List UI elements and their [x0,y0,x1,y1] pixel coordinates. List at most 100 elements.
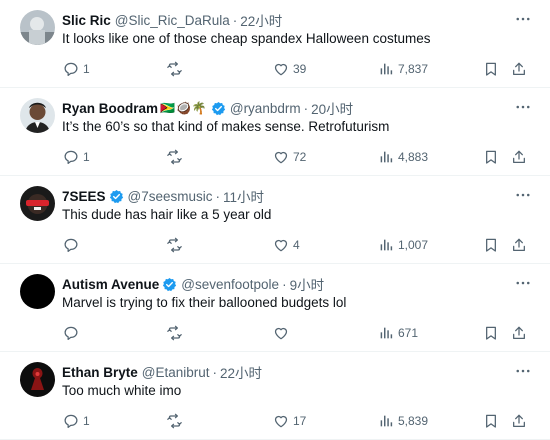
reply-icon [63,413,79,429]
views-button[interactable]: 4,883 [378,147,428,167]
author-name[interactable]: Ethan Bryte [62,365,138,380]
retweet-button[interactable] [166,59,183,79]
bookmark-button[interactable] [483,147,499,167]
like-icon [273,237,289,253]
tweet-header: Slic Ric @Slic_Ric_DaRula · 22小时 [62,10,510,30]
tweet-actions: 671 [0,323,550,343]
more-options-icon[interactable] [514,10,532,28]
like-count: 39 [293,62,307,76]
author-name[interactable]: Autism Avenue [62,277,159,292]
like-button[interactable]: 17 [273,411,306,431]
reply-icon [63,61,79,77]
views-icon [378,61,394,77]
tweet-actions: 4 1,007 [0,235,550,255]
like-button[interactable] [273,323,289,343]
reply-count: 1 [83,414,90,428]
separator-dot: · [215,188,221,204]
share-icon [511,149,527,165]
author-name[interactable]: 7SEES [62,189,106,204]
reply-count: 1 [83,62,90,76]
author-handle[interactable]: @7seesmusic [128,189,213,204]
tweet-text: It looks like one of those cheap spandex… [62,31,431,46]
retweet-button[interactable] [166,411,183,431]
tweet-header: Ryan Boodram 🇬🇾🥥🌴 @ryanbdrm · 20小时 [62,98,510,118]
bookmark-button[interactable] [483,59,499,79]
verified-badge-icon [162,277,177,292]
share-button[interactable] [511,147,527,167]
tweet-actions: 1 17 5,839 [0,411,550,431]
author-handle[interactable]: @Slic_Ric_DaRula [115,13,230,28]
avatar[interactable] [20,98,55,133]
retweet-button[interactable] [166,235,183,255]
bookmark-button[interactable] [483,323,499,343]
timestamp[interactable]: 9小时 [290,274,325,294]
avatar[interactable] [20,186,55,221]
tweet-text: Marvel is trying to fix their ballooned … [62,295,347,310]
views-button[interactable]: 1,007 [378,235,428,255]
timestamp[interactable]: 22小时 [220,362,262,382]
retweet-button[interactable] [166,147,183,167]
more-options-icon[interactable] [514,362,532,380]
bookmark-button[interactable] [483,235,499,255]
tweet[interactable]: Autism Avenue @sevenfootpole · 9小时 Marvel is… [0,264,550,352]
reply-button[interactable]: 1 [63,147,90,167]
reply-button[interactable]: 1 [63,59,90,79]
tweet-text: It’s the 60’s so that kind of makes sens… [62,119,390,134]
views-button[interactable]: 7,837 [378,59,428,79]
reply-count: 1 [83,150,90,164]
more-options-icon[interactable] [514,98,532,116]
more-options-icon[interactable] [514,186,532,204]
tweet-text: Too much white imo [62,383,182,398]
retweet-icon [166,237,183,253]
like-button[interactable]: 4 [273,235,300,255]
views-count: 4,883 [398,150,429,164]
reply-icon [63,325,79,341]
timestamp[interactable]: 20小时 [311,98,353,118]
tweet[interactable]: 7SEES @7seesmusic · 11小时 This dude has hair … [0,176,550,264]
bookmark-button[interactable] [483,411,499,431]
bookmark-icon [483,325,499,341]
avatar[interactable] [20,362,55,397]
author-name[interactable]: Slic Ric [62,13,111,28]
views-count: 1,007 [398,238,429,252]
tweet-actions: 1 72 4,883 [0,147,550,167]
reply-icon [63,149,79,165]
more-options-icon[interactable] [514,274,532,292]
tweet-actions: 1 39 7,837 [0,59,550,79]
share-icon [511,61,527,77]
reply-button[interactable]: 1 [63,411,90,431]
share-button[interactable] [511,411,527,431]
reply-button[interactable] [63,323,79,343]
author-handle[interactable]: @sevenfootpole [181,277,279,292]
tweet[interactable]: Ethan Bryte @Etanibrut · 22小时 Too much white… [0,352,550,440]
like-count: 4 [293,238,300,252]
like-count: 17 [293,414,307,428]
views-icon [378,237,394,253]
verified-badge-icon [109,189,124,204]
author-handle[interactable]: @ryanbdrm [230,101,301,116]
separator-dot: · [212,364,218,380]
like-icon [273,61,289,77]
retweet-icon [166,413,183,429]
views-icon [378,149,394,165]
views-button[interactable]: 5,839 [378,411,428,431]
views-button[interactable]: 671 [378,323,418,343]
author-name[interactable]: Ryan Boodram [62,101,158,116]
like-button[interactable]: 39 [273,59,306,79]
timestamp[interactable]: 11小时 [223,186,264,206]
avatar[interactable] [20,10,55,45]
tweet[interactable]: Slic Ric @Slic_Ric_DaRula · 22小时 It looks li… [0,0,550,88]
author-handle[interactable]: @Etanibrut [142,365,210,380]
avatar[interactable] [20,274,55,309]
share-button[interactable] [511,323,527,343]
tweet[interactable]: Ryan Boodram 🇬🇾🥥🌴 @ryanbdrm · 20小时 It’s the 6… [0,88,550,176]
retweet-button[interactable] [166,323,183,343]
separator-dot: · [282,276,287,292]
share-button[interactable] [511,235,527,255]
timestamp[interactable]: 22小时 [240,10,282,30]
retweet-icon [166,61,183,77]
like-button[interactable]: 72 [273,147,306,167]
reply-button[interactable] [63,235,79,255]
share-button[interactable] [511,59,527,79]
tweet-header: Ethan Bryte @Etanibrut · 22小时 [62,362,510,382]
